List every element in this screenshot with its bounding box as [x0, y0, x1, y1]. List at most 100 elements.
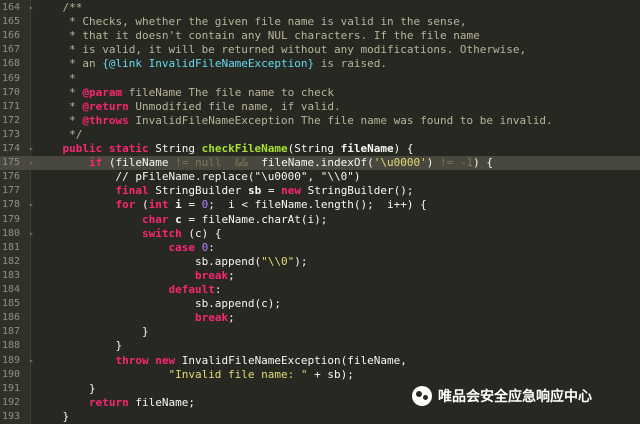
code-token: * [36, 113, 83, 127]
code-token: (String [287, 142, 341, 155]
code-token: ( [135, 198, 149, 212]
code-line: 190 "Invalid file name: " + sb); [0, 368, 640, 382]
line-number: 167 [2, 44, 21, 56]
code-text: */ [36, 128, 82, 142]
fold-marker-icon[interactable]: ▸ [29, 354, 34, 368]
code-token: if [88, 156, 103, 170]
code-line: 165 * Checks, whether the given file nam… [0, 15, 640, 29]
code-line: 176 // pFileName.replace("\u0000", "\\0"… [0, 170, 640, 184]
code-line: 189 ▸ throw new InvalidFileNameException(… [0, 354, 640, 368]
code-line: 174 ▸ public static String checkFileName(… [0, 142, 640, 156]
code-token: "Invalid file name: " [168, 367, 308, 381]
line-number: 164 [2, 2, 21, 13]
code-token: break [194, 268, 229, 282]
code-token: fileName; [128, 395, 195, 409]
code-text: final StringBuilder sb = new StringBuild… [36, 184, 413, 198]
code-token: ; [228, 268, 235, 282]
code-token: ) [426, 156, 441, 170]
code-token: InvalidFileNameException The file name w… [128, 113, 553, 127]
line-number: 175 [2, 157, 21, 169]
code-text: * [36, 72, 76, 86]
line-number: 185 [2, 298, 21, 310]
code-token: } [36, 381, 96, 395]
code-token: sb.append( [36, 254, 262, 268]
line-number: 187 [2, 326, 21, 338]
code-text: break; [36, 311, 235, 325]
code-editor[interactable]: 164 ▸ /** 165 * Checks, whether the given … [0, 0, 640, 424]
code-token: != -1 [440, 156, 474, 170]
code-token: default [168, 283, 215, 296]
line-number: 188 [2, 340, 21, 352]
code-line: 188 } [0, 339, 640, 353]
line-number: 189 [2, 354, 21, 366]
code-token: sb.append(c); [36, 297, 282, 311]
fold-marker-icon[interactable]: ▸ [29, 1, 34, 15]
code-token: return [88, 395, 129, 409]
code-token: fileName The file name to check [122, 85, 335, 99]
code-text: if (fileName != null && fileName.indexOf… [36, 156, 493, 170]
code-text: sb.append(c); [36, 297, 281, 311]
code-text: sb.append("\\0"); [36, 255, 308, 269]
code-token: StringBuilder [148, 184, 248, 198]
code-token: } [36, 339, 123, 353]
code-token: /** [36, 1, 83, 14]
code-text: public static String checkFileName(Strin… [36, 142, 414, 156]
code-line: 179 char c = fileName.charAt(i); [0, 213, 640, 227]
code-token: ); [294, 254, 308, 268]
line-number: 192 [2, 396, 21, 408]
line-number: 166 [2, 30, 21, 42]
code-text: case 0: [36, 240, 215, 255]
code-token: fileName.indexOf( [247, 156, 374, 170]
code-text: * an {@link InvalidFileNameException} is… [36, 57, 387, 71]
code-line: 166 * that it doesn't contain any NUL ch… [0, 29, 640, 43]
line-number: 191 [2, 382, 21, 394]
line-number: 181 [2, 241, 21, 253]
fold-marker-icon[interactable]: ▸ [29, 198, 34, 212]
code-token: final [115, 184, 149, 198]
fold-marker-icon[interactable]: ▸ [29, 227, 34, 241]
line-number: 183 [2, 269, 21, 281]
code-token: : [208, 240, 215, 254]
fold-marker-icon[interactable]: ▸ [29, 156, 34, 170]
wechat-icon [412, 386, 432, 406]
code-token: * is valid, it will be returned without … [36, 43, 527, 57]
code-line: 183 break; [0, 269, 640, 283]
code-line: 184 default: [0, 283, 640, 297]
code-text: break; [36, 269, 235, 283]
code-token: * Checks, whether the given file name is… [36, 15, 467, 29]
code-token: : [214, 283, 222, 296]
code-line: 169 * [0, 72, 640, 86]
code-line: 173 */ [0, 128, 640, 142]
code-token: throw new [115, 353, 176, 367]
line-number: 186 [2, 312, 21, 324]
code-token: break [194, 311, 229, 325]
code-line: 181 case 0: [0, 241, 640, 255]
line-number: 179 [2, 213, 21, 225]
code-token: * that it doesn't contain any NUL charac… [36, 29, 480, 43]
fold-marker-icon[interactable]: ▸ [29, 142, 34, 156]
code-token: '\u0000' [373, 156, 427, 170]
code-line: 167 * is valid, it will be returned with… [0, 43, 640, 57]
code-token: sb [247, 184, 262, 198]
code-text: throw new InvalidFileNameException(fileN… [36, 353, 406, 368]
code-token: @throws [82, 113, 129, 127]
code-text: switch (c) { [36, 226, 222, 241]
code-token: char [141, 212, 169, 226]
code-line: 186 break; [0, 311, 640, 325]
code-token: case [168, 240, 195, 254]
code-token: (c) { [181, 226, 222, 240]
code-token: = fileName.charAt(i); [181, 212, 328, 226]
code-line: 180 ▸ switch (c) { [0, 227, 640, 241]
code-token: new [281, 184, 301, 198]
code-token: ) { [393, 142, 414, 155]
code-token: public static [62, 142, 149, 155]
